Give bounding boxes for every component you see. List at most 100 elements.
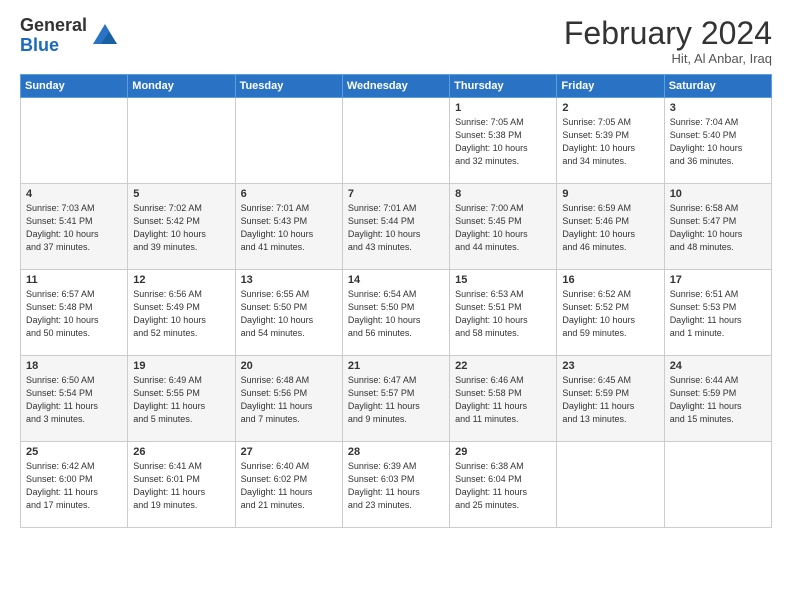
day-number: 18	[26, 360, 122, 372]
calendar-cell	[557, 442, 664, 528]
calendar-cell: 9 Sunrise: 6:59 AM Sunset: 5:46 PM Daylig…	[557, 184, 664, 270]
day-number: 15	[455, 274, 551, 286]
calendar-cell	[21, 98, 128, 184]
day-number: 22	[455, 360, 551, 372]
calendar-cell: 27 Sunrise: 6:40 AM Sunset: 6:02 PM Dayli…	[235, 442, 342, 528]
weekday-header-sunday: Sunday	[21, 75, 128, 98]
calendar-cell: 4Sunrise: 7:03 AM Sunset: 5:41 PM Daylig…	[21, 184, 128, 270]
page: General Blue February 2024 Hit, Al Anbar…	[0, 0, 792, 612]
calendar-cell: 26 Sunrise: 6:41 AM Sunset: 6:01 PM Dayli…	[128, 442, 235, 528]
day-info: Sunrise: 6:57 AM Sunset: 5:48 PM Dayligh…	[26, 288, 122, 340]
day-info: Sunrise: 6:58 AM Sunset: 5:47 PM Dayligh…	[670, 202, 766, 254]
day-info: Sunrise: 6:44 AM Sunset: 5:59 PM Dayligh…	[670, 374, 766, 426]
day-info: Sunrise: 6:52 AM Sunset: 5:52 PM Dayligh…	[562, 288, 658, 340]
day-info: Sunrise: 6:48 AM Sunset: 5:56 PM Dayligh…	[241, 374, 337, 426]
calendar-cell: 29 Sunrise: 6:38 AM Sunset: 6:04 PM Dayli…	[450, 442, 557, 528]
day-number: 20	[241, 360, 337, 372]
day-info: Sunrise: 6:41 AM Sunset: 6:01 PM Dayligh…	[133, 460, 229, 512]
day-number: 23	[562, 360, 658, 372]
calendar-cell: 1Sunrise: 7:05 AM Sunset: 5:38 PM Daylig…	[450, 98, 557, 184]
day-info: Sunrise: 6:56 AM Sunset: 5:49 PM Dayligh…	[133, 288, 229, 340]
calendar-cell: 2 Sunrise: 7:05 AM Sunset: 5:39 PM Daylig…	[557, 98, 664, 184]
day-number: 9	[562, 188, 658, 200]
day-info: Sunrise: 6:46 AM Sunset: 5:58 PM Dayligh…	[455, 374, 551, 426]
day-info: Sunrise: 7:05 AM Sunset: 5:39 PM Dayligh…	[562, 116, 658, 168]
day-number: 29	[455, 446, 551, 458]
calendar-cell: 17 Sunrise: 6:51 AM Sunset: 5:53 PM Dayli…	[664, 270, 771, 356]
weekday-header-saturday: Saturday	[664, 75, 771, 98]
day-info: Sunrise: 6:55 AM Sunset: 5:50 PM Dayligh…	[241, 288, 337, 340]
day-number: 12	[133, 274, 229, 286]
day-number: 14	[348, 274, 444, 286]
day-info: Sunrise: 7:01 AM Sunset: 5:43 PM Dayligh…	[241, 202, 337, 254]
calendar-cell: 24 Sunrise: 6:44 AM Sunset: 5:59 PM Dayli…	[664, 356, 771, 442]
day-info: Sunrise: 7:02 AM Sunset: 5:42 PM Dayligh…	[133, 202, 229, 254]
calendar-cell: 20 Sunrise: 6:48 AM Sunset: 5:56 PM Dayli…	[235, 356, 342, 442]
weekday-header-monday: Monday	[128, 75, 235, 98]
calendar-cell: 18 Sunrise: 6:50 AM Sunset: 5:54 PM Dayli…	[21, 356, 128, 442]
weekday-header-wednesday: Wednesday	[342, 75, 449, 98]
day-number: 11	[26, 274, 122, 286]
day-info: Sunrise: 6:40 AM Sunset: 6:02 PM Dayligh…	[241, 460, 337, 512]
calendar-cell: 12 Sunrise: 6:56 AM Sunset: 5:49 PM Dayli…	[128, 270, 235, 356]
logo-general-text: General	[20, 16, 87, 36]
day-info: Sunrise: 6:59 AM Sunset: 5:46 PM Dayligh…	[562, 202, 658, 254]
day-number: 28	[348, 446, 444, 458]
day-number: 8	[455, 188, 551, 200]
logo-blue-text: Blue	[20, 36, 87, 56]
calendar-cell: 23 Sunrise: 6:45 AM Sunset: 5:59 PM Dayli…	[557, 356, 664, 442]
calendar-cell: 19Sunrise: 6:49 AM Sunset: 5:55 PM Dayli…	[128, 356, 235, 442]
day-number: 25	[26, 446, 122, 458]
day-info: Sunrise: 6:47 AM Sunset: 5:57 PM Dayligh…	[348, 374, 444, 426]
day-number: 27	[241, 446, 337, 458]
day-info: Sunrise: 7:01 AM Sunset: 5:44 PM Dayligh…	[348, 202, 444, 254]
calendar-cell	[235, 98, 342, 184]
header: General Blue February 2024 Hit, Al Anbar…	[20, 16, 772, 66]
day-info: Sunrise: 6:39 AM Sunset: 6:03 PM Dayligh…	[348, 460, 444, 512]
day-number: 10	[670, 188, 766, 200]
day-number: 17	[670, 274, 766, 286]
calendar-cell: 25Sunrise: 6:42 AM Sunset: 6:00 PM Dayli…	[21, 442, 128, 528]
day-number: 26	[133, 446, 229, 458]
day-number: 7	[348, 188, 444, 200]
logo-icon	[91, 22, 119, 50]
day-number: 21	[348, 360, 444, 372]
weekday-header-tuesday: Tuesday	[235, 75, 342, 98]
day-number: 5	[133, 188, 229, 200]
day-info: Sunrise: 6:54 AM Sunset: 5:50 PM Dayligh…	[348, 288, 444, 340]
calendar-cell: 28 Sunrise: 6:39 AM Sunset: 6:03 PM Dayli…	[342, 442, 449, 528]
day-info: Sunrise: 6:38 AM Sunset: 6:04 PM Dayligh…	[455, 460, 551, 512]
day-number: 6	[241, 188, 337, 200]
day-number: 2	[562, 102, 658, 114]
month-title: February 2024	[564, 16, 772, 51]
calendar-cell	[128, 98, 235, 184]
calendar-cell: 3 Sunrise: 7:04 AM Sunset: 5:40 PM Daylig…	[664, 98, 771, 184]
weekday-header-friday: Friday	[557, 75, 664, 98]
day-info: Sunrise: 6:51 AM Sunset: 5:53 PM Dayligh…	[670, 288, 766, 340]
calendar-cell: 11 Sunrise: 6:57 AM Sunset: 5:48 PM Dayli…	[21, 270, 128, 356]
day-info: Sunrise: 6:49 AM Sunset: 5:55 PM Dayligh…	[133, 374, 229, 426]
day-number: 16	[562, 274, 658, 286]
day-number: 13	[241, 274, 337, 286]
week-row-2: 4Sunrise: 7:03 AM Sunset: 5:41 PM Daylig…	[21, 184, 772, 270]
calendar-cell: 16 Sunrise: 6:52 AM Sunset: 5:52 PM Dayli…	[557, 270, 664, 356]
day-number: 3	[670, 102, 766, 114]
calendar-body: 1Sunrise: 7:05 AM Sunset: 5:38 PM Daylig…	[21, 98, 772, 528]
week-row-5: 25Sunrise: 6:42 AM Sunset: 6:00 PM Dayli…	[21, 442, 772, 528]
day-info: Sunrise: 6:53 AM Sunset: 5:51 PM Dayligh…	[455, 288, 551, 340]
day-info: Sunrise: 7:04 AM Sunset: 5:40 PM Dayligh…	[670, 116, 766, 168]
day-number: 24	[670, 360, 766, 372]
week-row-1: 1Sunrise: 7:05 AM Sunset: 5:38 PM Daylig…	[21, 98, 772, 184]
calendar-cell: 10 Sunrise: 6:58 AM Sunset: 5:47 PM Dayli…	[664, 184, 771, 270]
weekday-header-thursday: Thursday	[450, 75, 557, 98]
week-row-3: 11 Sunrise: 6:57 AM Sunset: 5:48 PM Dayli…	[21, 270, 772, 356]
calendar-cell: 6 Sunrise: 7:01 AM Sunset: 5:43 PM Daylig…	[235, 184, 342, 270]
day-info: Sunrise: 6:45 AM Sunset: 5:59 PM Dayligh…	[562, 374, 658, 426]
calendar-cell: 5 Sunrise: 7:02 AM Sunset: 5:42 PM Daylig…	[128, 184, 235, 270]
calendar-cell: 21 Sunrise: 6:47 AM Sunset: 5:57 PM Dayli…	[342, 356, 449, 442]
day-info: Sunrise: 7:03 AM Sunset: 5:41 PM Dayligh…	[26, 202, 122, 254]
location: Hit, Al Anbar, Iraq	[564, 51, 772, 66]
weekday-header-row: SundayMondayTuesdayWednesdayThursdayFrid…	[21, 75, 772, 98]
calendar-cell	[342, 98, 449, 184]
day-info: Sunrise: 6:50 AM Sunset: 5:54 PM Dayligh…	[26, 374, 122, 426]
